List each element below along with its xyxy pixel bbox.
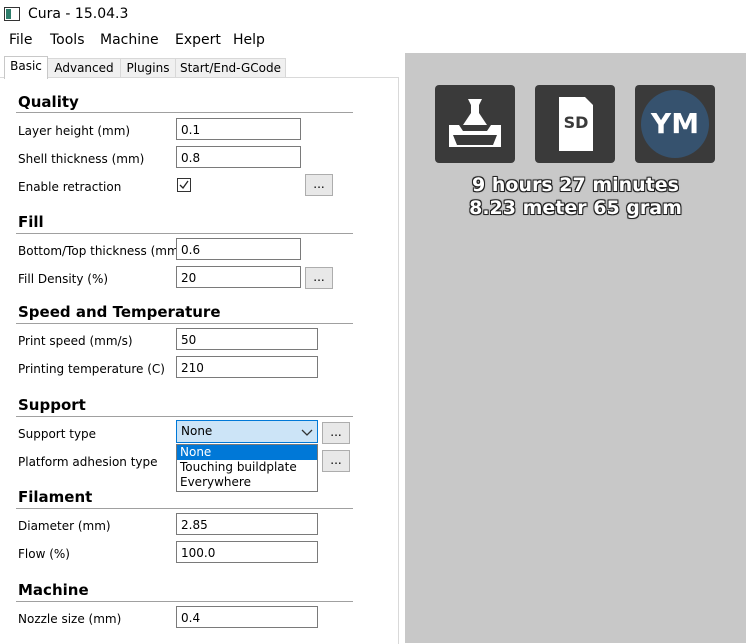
- print-speed-input[interactable]: 50: [176, 328, 318, 350]
- shell-thickness-label: Shell thickness (mm): [18, 152, 145, 166]
- tab-plugins[interactable]: Plugins: [120, 58, 176, 78]
- fill-density-label: Fill Density (%): [18, 272, 109, 286]
- section-divider: [16, 416, 353, 417]
- section-title-filament: Filament: [18, 488, 93, 506]
- dropdown-option-everywhere[interactable]: Everywhere: [177, 475, 317, 490]
- menu-expert[interactable]: Expert: [175, 32, 221, 48]
- section-divider: [16, 508, 353, 509]
- enable-retraction-label: Enable retraction: [18, 180, 122, 194]
- window-title: Cura - 15.04.3: [28, 6, 129, 22]
- section-title-fill: Fill: [18, 213, 44, 231]
- settings-tabs: Basic Advanced Plugins Start/End-GCode: [0, 56, 400, 79]
- diameter-input[interactable]: 2.85: [176, 513, 318, 535]
- support-type-label: Support type: [18, 427, 97, 441]
- tab-basic[interactable]: Basic: [4, 56, 48, 79]
- bottom-top-thickness-label: Bottom/Top thickness (mm): [18, 244, 184, 258]
- flow-label: Flow (%): [18, 547, 70, 561]
- menu-tools[interactable]: Tools: [50, 32, 85, 48]
- print-speed-label: Print speed (mm/s): [18, 334, 133, 348]
- menu-help[interactable]: Help: [233, 32, 265, 48]
- printing-temperature-input[interactable]: 210: [176, 356, 318, 378]
- youmagine-button[interactable]: YM: [635, 85, 715, 163]
- tab-advanced[interactable]: Advanced: [47, 58, 121, 78]
- layer-height-input[interactable]: 0.1: [176, 118, 301, 140]
- section-divider: [16, 112, 353, 113]
- section-title-support: Support: [18, 396, 86, 414]
- support-type-dropdown: None Touching buildplate Everywhere: [176, 444, 318, 492]
- section-divider: [16, 323, 353, 324]
- bottom-top-thickness-input[interactable]: 0.6: [176, 238, 301, 260]
- shell-thickness-input[interactable]: 0.8: [176, 146, 301, 168]
- load-folder-icon: [449, 99, 501, 147]
- support-type-select[interactable]: None: [176, 420, 318, 443]
- section-title-speed: Speed and Temperature: [18, 303, 221, 321]
- dropdown-option-none[interactable]: None: [177, 445, 317, 460]
- adhesion-settings-button[interactable]: ...: [322, 450, 350, 472]
- menu-file[interactable]: File: [9, 32, 32, 48]
- chevron-down-icon: [301, 429, 313, 436]
- dropdown-option-touching-buildplate[interactable]: Touching buildplate: [177, 460, 317, 475]
- layer-height-label: Layer height (mm): [18, 124, 131, 138]
- section-divider: [16, 601, 353, 602]
- save-to-sd-button[interactable]: SD: [535, 85, 615, 163]
- sd-label: SD: [563, 113, 589, 132]
- printing-temperature-label: Printing temperature (C): [18, 362, 165, 376]
- menu-machine[interactable]: Machine: [100, 32, 159, 48]
- nozzle-size-input[interactable]: 0.4: [176, 606, 318, 628]
- material-usage-estimate: 8.23 meter 65 gram: [469, 197, 682, 219]
- title-bar: Cura - 15.04.3: [0, 0, 746, 30]
- tab-start-end-gcode[interactable]: Start/End-GCode: [175, 58, 286, 78]
- support-settings-button[interactable]: ...: [322, 422, 350, 444]
- fill-settings-button[interactable]: ...: [305, 267, 333, 289]
- retraction-settings-button[interactable]: ...: [305, 174, 333, 196]
- 3d-viewport[interactable]: SD YM: [405, 53, 746, 643]
- load-model-button[interactable]: [435, 85, 515, 163]
- youmagine-logo: YM: [641, 90, 709, 158]
- section-divider: [16, 233, 353, 234]
- section-title-quality: Quality: [18, 93, 79, 111]
- nozzle-size-label: Nozzle size (mm): [18, 612, 122, 626]
- diameter-label: Diameter (mm): [18, 519, 111, 533]
- menu-bar: File Tools Machine Expert Help: [0, 30, 746, 52]
- enable-retraction-checkbox[interactable]: [177, 178, 191, 192]
- print-time-estimate: 9 hours 27 minutes: [472, 174, 679, 196]
- flow-input[interactable]: 100.0: [176, 541, 318, 563]
- app-icon: [4, 7, 20, 21]
- support-type-value: None: [181, 424, 213, 438]
- fill-density-input[interactable]: 20: [176, 266, 301, 288]
- platform-adhesion-label: Platform adhesion type: [18, 455, 158, 469]
- section-title-machine: Machine: [18, 581, 89, 599]
